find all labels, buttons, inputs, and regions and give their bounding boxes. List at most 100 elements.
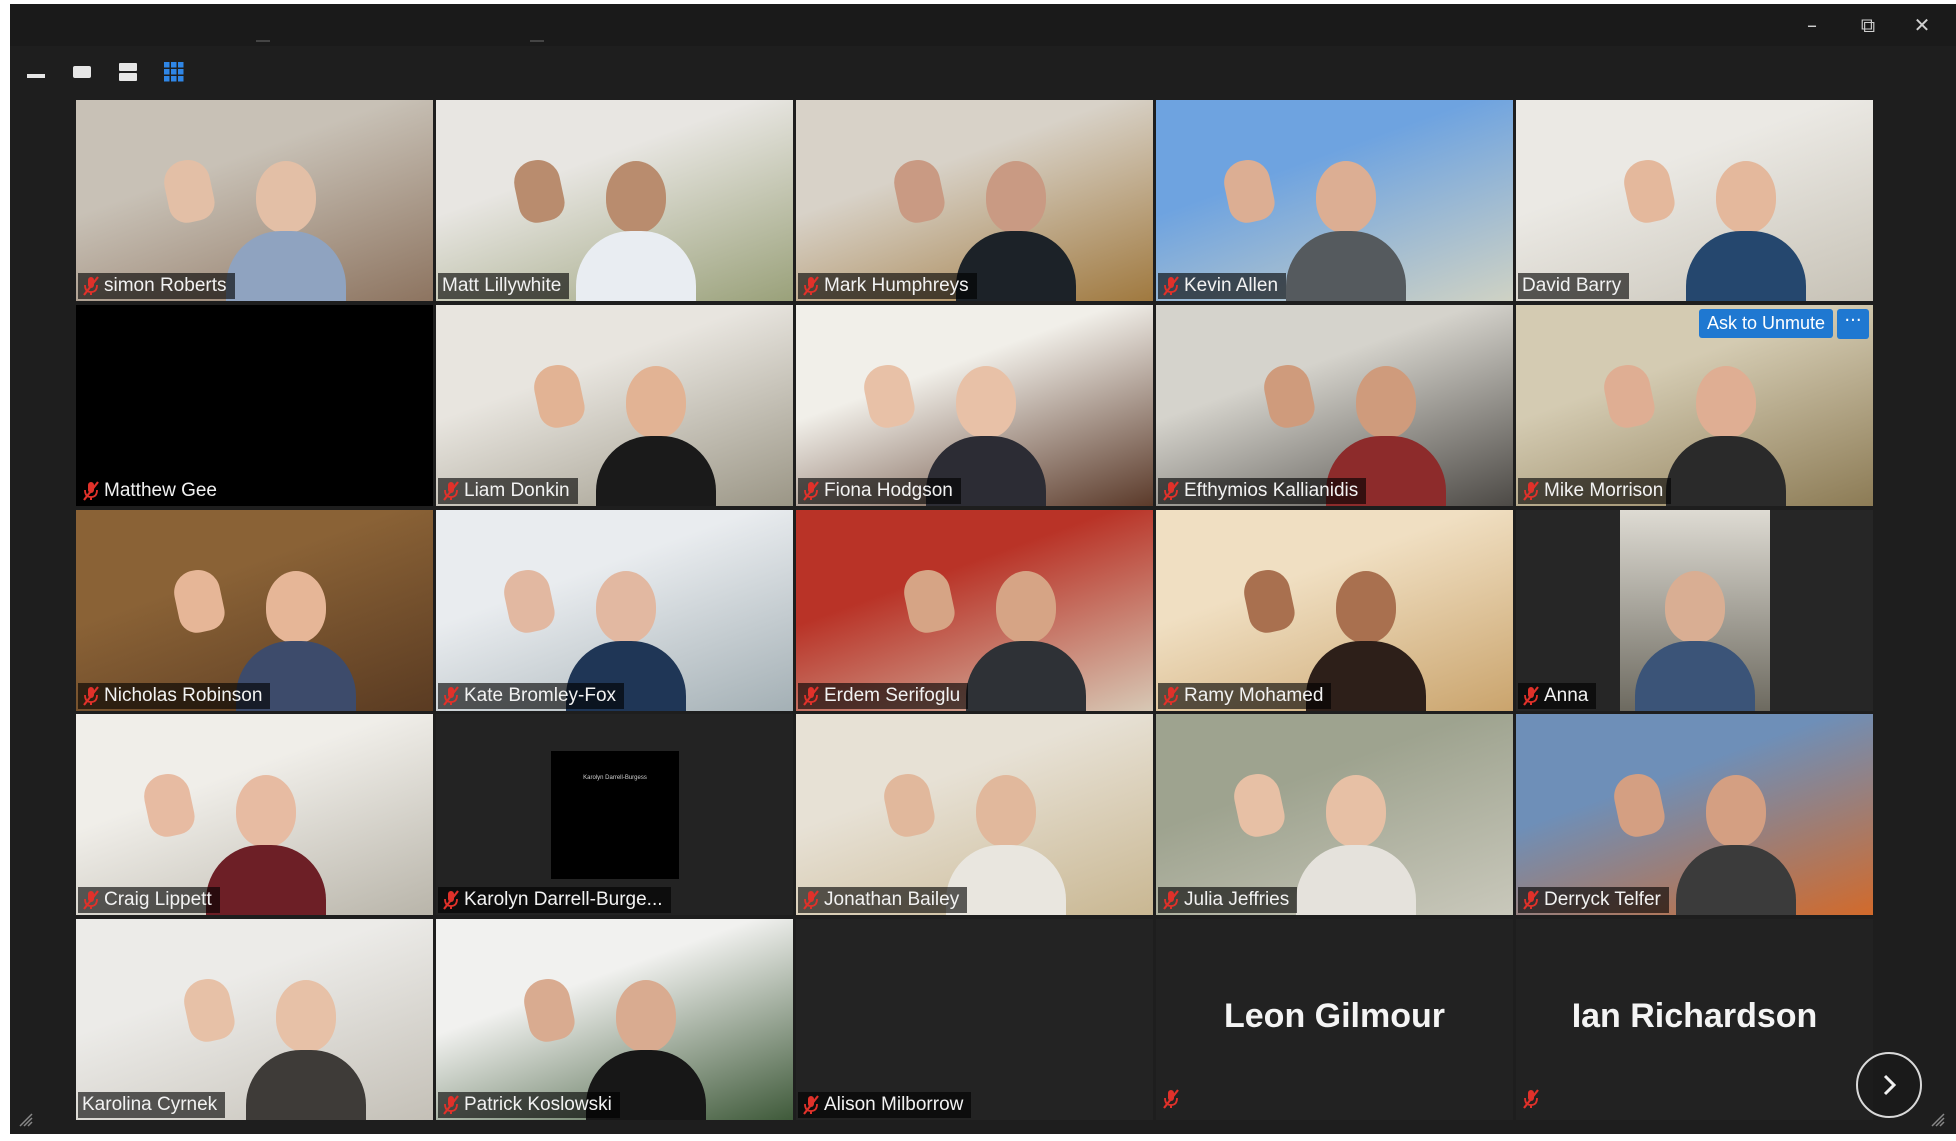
participant-tile[interactable]: Matt Lillywhite: [436, 100, 793, 301]
participant-tile[interactable]: Karolina Cyrnek: [76, 919, 433, 1120]
participant-name-tag: Kevin Allen: [1158, 273, 1287, 299]
participant-name-tag: Jonathan Bailey: [798, 887, 968, 914]
microphone-muted-icon: [83, 685, 99, 706]
gallery-view-icon: [164, 62, 184, 82]
microphone-muted-icon: [83, 481, 99, 501]
participant-tile[interactable]: Kate Bromley-Fox: [436, 509, 793, 711]
video-feed: [436, 100, 793, 301]
video-feed: [436, 509, 793, 711]
participant-tile[interactable]: Alison Milborrow: [796, 919, 1153, 1120]
restore-button[interactable]: ⧉: [1850, 8, 1886, 42]
participant-figure: [966, 561, 1086, 711]
microphone-muted-icon: [803, 890, 819, 910]
participant-tile[interactable]: Mike Morrison Ask to Unmute ···: [1516, 304, 1873, 506]
participant-name: Jonathan Bailey: [824, 889, 960, 911]
participant-tile[interactable]: Leon Gilmour: [1156, 919, 1513, 1120]
strip-view-button[interactable]: [112, 56, 144, 88]
gallery-view-button[interactable]: [158, 56, 190, 88]
participant-tile[interactable]: Fiona Hodgson: [796, 304, 1153, 506]
participant-name-tag: Alison Milborrow: [798, 1092, 972, 1118]
resize-grip-right-icon: [1931, 1113, 1945, 1127]
participant-tile[interactable]: Craig Lippett: [76, 714, 433, 916]
participant-tile[interactable]: Derryck Telfer: [1516, 714, 1873, 916]
next-page-button[interactable]: [1856, 1052, 1922, 1118]
participant-name-large: Ian Richardson: [1571, 997, 1818, 1035]
title-bar: – ⧉ ✕: [10, 4, 1956, 46]
microphone-muted-icon: [803, 481, 819, 501]
title-bar-tick: [256, 40, 270, 42]
participant-tile[interactable]: Ian Richardson: [1516, 919, 1873, 1120]
close-button[interactable]: ✕: [1904, 8, 1940, 42]
participant-name: Fiona Hodgson: [824, 479, 953, 501]
participant-tile[interactable]: David Barry: [1516, 100, 1873, 301]
video-feed: [1516, 509, 1873, 711]
participant-name: Matt Lillywhite: [442, 275, 562, 296]
participant-figure: [1676, 765, 1796, 916]
participant-tile[interactable]: Nicholas Robinson: [76, 509, 433, 711]
video-feed: [436, 304, 793, 506]
video-feed: [436, 919, 793, 1120]
participant-name-tag: Liam Donkin: [438, 477, 578, 504]
participant-tile[interactable]: Erdem Serifoglu: [796, 509, 1153, 711]
participant-tile[interactable]: Anna: [1516, 509, 1873, 711]
video-feed: [1156, 509, 1513, 711]
participant-name: simon Roberts: [104, 275, 227, 296]
participant-name: David Barry: [1522, 275, 1622, 296]
video-feed: [796, 509, 1153, 711]
participant-name-tag: Matthew Gee: [78, 477, 225, 504]
participant-figure: [1666, 356, 1786, 506]
participant-tile[interactable]: Kevin Allen: [1156, 100, 1513, 301]
participant-name-tag: Karolyn Darrell-Burge...: [438, 887, 671, 914]
participant-tile[interactable]: Julia Jeffries: [1156, 714, 1513, 916]
microphone-muted-icon: [1163, 1089, 1179, 1109]
microphone-muted-icon: [1523, 1089, 1539, 1109]
participant-tile[interactable]: simon Roberts: [76, 100, 433, 301]
participant-tile[interactable]: Jonathan Bailey: [796, 714, 1153, 916]
participant-tile[interactable]: Liam Donkin: [436, 304, 793, 506]
minimize-view-icon: [27, 74, 45, 78]
participant-figure: [206, 765, 326, 916]
minimize-view-button[interactable]: [20, 56, 52, 88]
video-feed: [76, 509, 433, 711]
video-feed: [796, 100, 1153, 301]
participant-tile[interactable]: Patrick Koslowski: [436, 919, 793, 1120]
microphone-muted-icon: [443, 1095, 459, 1115]
more-options-button[interactable]: ···: [1837, 308, 1869, 339]
microphone-muted-icon: [1523, 481, 1539, 501]
participant-name-tag: Anna: [1518, 682, 1597, 709]
video-feed: [1516, 714, 1873, 916]
minimize-button[interactable]: –: [1794, 8, 1830, 42]
profile-card: Karolyn Darrell-Burgess: [551, 751, 679, 880]
participant-name-tag: Derryck Telfer: [1518, 887, 1669, 914]
video-feed: [76, 919, 433, 1120]
participant-tile[interactable]: Ramy Mohamed: [1156, 509, 1513, 711]
participant-figure: [1686, 151, 1806, 301]
video-feed: [1156, 304, 1513, 506]
participant-name: Julia Jeffries: [1184, 889, 1290, 911]
participant-tile[interactable]: Efthymios Kallianidis: [1156, 304, 1513, 506]
microphone-muted-icon: [803, 276, 819, 296]
participant-name-tag: Julia Jeffries: [1158, 887, 1298, 914]
video-feed: [1156, 100, 1513, 301]
resize-grip-left-icon: [19, 1113, 33, 1127]
participant-name-tag: Matt Lillywhite: [438, 273, 570, 299]
participant-name-tag: Kate Bromley-Fox: [438, 682, 625, 709]
microphone-muted-icon: [83, 276, 99, 296]
microphone-muted-icon: [1523, 685, 1539, 706]
speaker-view-button[interactable]: [66, 56, 98, 88]
participant-name-tag: Ramy Mohamed: [1158, 682, 1332, 709]
chevron-right-icon: [1883, 1074, 1897, 1096]
participant-name: Patrick Koslowski: [464, 1094, 612, 1115]
ask-to-unmute-button[interactable]: Ask to Unmute: [1698, 308, 1833, 338]
participant-name: Mark Humphreys: [824, 275, 969, 296]
participant-tile[interactable]: Matthew Gee: [76, 304, 433, 506]
profile-card-text: Karolyn Darrell-Burgess: [583, 775, 647, 782]
participant-name-tag: Karolina Cyrnek: [78, 1092, 226, 1118]
participant-name: Ramy Mohamed: [1184, 684, 1324, 706]
zoom-window: – ⧉ ✕ simon Roberts Matt Lillywhite Mark…: [10, 4, 1956, 1134]
participant-name-tag: Patrick Koslowski: [438, 1092, 620, 1118]
participant-tile[interactable]: Karolyn Darrell-Burgess Karolyn Darrell-…: [436, 714, 793, 916]
strip-view-icon: [119, 63, 137, 81]
participant-tile[interactable]: Mark Humphreys: [796, 100, 1153, 301]
participant-name: Alison Milborrow: [824, 1094, 964, 1115]
